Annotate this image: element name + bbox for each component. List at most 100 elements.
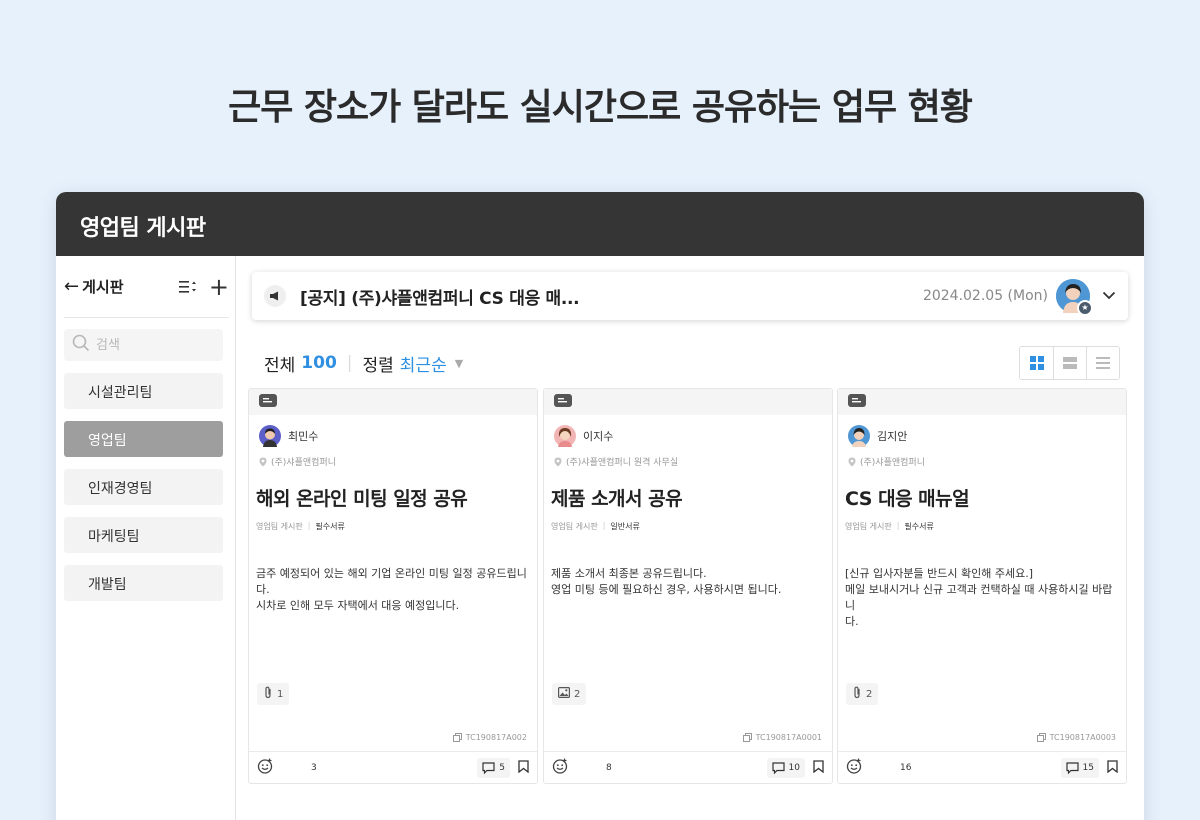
total-count: 100	[301, 353, 337, 373]
image-icon	[558, 687, 574, 701]
post-author: 최민수	[259, 425, 537, 447]
post-body-line: 제품 소개서 최종본 공유드립니다.	[551, 567, 707, 580]
bookmark-icon[interactable]	[518, 758, 529, 777]
sidebar-item-team[interactable]: 인재경영팀	[64, 469, 223, 505]
post-card[interactable]: 김지안 (주)샤플앤컴퍼니 CS 대응 매뉴얼영업팀 게시판 | 필수서류 [신규 입사자…	[837, 388, 1127, 784]
search-input[interactable]	[96, 337, 206, 353]
post-card[interactable]: 최민수 (주)샤플앤컴퍼니해외 온라인 미팅 일정 공유영업팀 게시판 | 필수서류금…	[248, 388, 538, 784]
post-code-text: TC190817A0001	[755, 733, 822, 742]
post-tags: 영업팀 게시판 | 필수서류	[845, 521, 1126, 532]
location-pin-icon	[848, 457, 856, 466]
post-title[interactable]: CS 대응 매뉴얼	[845, 484, 1126, 511]
emoji-reaction-icon[interactable]	[846, 758, 862, 778]
comment-button[interactable]: 15	[1060, 757, 1099, 778]
post-location: (주)샤플앤컴퍼니 원격 사무실	[554, 455, 832, 468]
sidebar-item-team[interactable]: 시설관리팀	[64, 373, 223, 409]
sidebar-item-team[interactable]: 마케팅팀	[64, 517, 223, 553]
sort-select[interactable]: 최근순	[400, 351, 447, 376]
post-tags: 영업팀 게시판 | 필수서류	[256, 521, 537, 532]
back-arrow-icon[interactable]: ←	[64, 276, 79, 297]
card-footer: 8 10	[544, 751, 832, 783]
main-area: [공지] (주)샤플앤컴퍼니 CS 대응 매... 2024.02.05 (Mo…	[237, 256, 1144, 820]
category-tag: 필수서류	[315, 522, 345, 531]
avatar	[259, 425, 281, 447]
post-code: TC190817A0003	[1036, 733, 1116, 742]
emoji-reaction-icon[interactable]	[552, 758, 568, 778]
sidebar-title[interactable]: 게시판	[82, 276, 169, 297]
post-card[interactable]: 이지수 (주)샤플앤컴퍼니 원격 사무실제품 소개서 공유영업팀 게시판 | 일반서류…	[543, 388, 833, 784]
post-author: 이지수	[554, 425, 832, 447]
comment-count: 5	[499, 762, 505, 773]
post-location: (주)샤플앤컴퍼니	[848, 455, 1126, 468]
comment-icon	[771, 761, 785, 774]
emoji-reaction-icon[interactable]	[257, 758, 273, 778]
attachment-count: 2	[574, 688, 581, 700]
post-body: 제품 소개서 최종본 공유드립니다. 영업 미팅 등에 필요하신 경우, 사용하시…	[551, 566, 824, 598]
total-label: 전체	[264, 355, 296, 376]
chevron-down-icon[interactable]	[1102, 288, 1116, 304]
bookmark-icon[interactable]	[813, 758, 824, 777]
grid-view-icon[interactable]	[1020, 347, 1053, 379]
sidebar-header: ← 게시판 +	[64, 256, 229, 318]
card-header	[544, 389, 832, 415]
board-name: 영업팀 게시판	[551, 522, 598, 531]
category-tag: 일반서류	[610, 522, 640, 531]
avatar	[554, 425, 576, 447]
reaction-count: 16	[900, 762, 912, 773]
category-tag: 필수서류	[904, 522, 934, 531]
reaction-count: 3	[311, 762, 317, 773]
notice-author-avatar: ★	[1056, 279, 1093, 316]
paperclip-icon	[263, 686, 277, 702]
sidebar-item-team[interactable]: 영업팀	[64, 421, 223, 457]
comment-button[interactable]: 5	[477, 757, 510, 778]
bookmark-icon[interactable]	[1107, 758, 1118, 777]
post-body-line: 영업 미팅 등에 필요하신 경우, 사용하시면 됩니다.	[551, 583, 782, 596]
page-headline: 근무 장소가 달라도 실시간으로 공유하는 업무 현황	[228, 87, 973, 128]
location-text: (주)샤플앤컴퍼니 원격 사무실	[566, 458, 679, 468]
attachment-badge[interactable]: 1	[257, 683, 290, 705]
notice-bar[interactable]: [공지] (주)샤플앤컴퍼니 CS 대응 매... 2024.02.05 (Mo…	[252, 272, 1128, 320]
post-body-line: 다.	[845, 615, 859, 628]
post-body-line: 금주 예정되어 있는 해외 기업 온라인 미팅 일정 공유드립니다.	[256, 567, 527, 596]
attachment-badge[interactable]: 2	[552, 683, 587, 705]
search-icon	[72, 334, 90, 356]
post-code-text: TC190817A002	[465, 733, 527, 742]
search-box[interactable]	[64, 329, 223, 361]
card-list-view-icon[interactable]	[1053, 347, 1086, 379]
copy-icon	[452, 733, 462, 742]
view-toggle	[1019, 346, 1120, 380]
author-name: 이지수	[583, 430, 614, 443]
board-name: 영업팀 게시판	[256, 522, 303, 531]
location-text: (주)샤플앤컴퍼니	[271, 458, 336, 468]
board-name: 영업팀 게시판	[845, 522, 892, 531]
caret-down-icon[interactable]: ▼	[455, 357, 463, 370]
post-title[interactable]: 해외 온라인 미팅 일정 공유	[256, 484, 537, 511]
location-text: (주)샤플앤컴퍼니	[860, 458, 925, 468]
author-name: 최민수	[288, 430, 319, 443]
avatar	[848, 425, 870, 447]
post-body-line: [신규 입사자분들 반드시 확인해 주세요.]	[845, 567, 1033, 580]
post-body: 금주 예정되어 있는 해외 기업 온라인 미팅 일정 공유드립니다. 시차로 인해…	[256, 566, 529, 614]
location-pin-icon	[259, 457, 267, 466]
attachment-badge[interactable]: 2	[846, 683, 879, 705]
comment-button[interactable]: 10	[766, 757, 805, 778]
location-pin-icon	[554, 457, 562, 466]
author-name: 김지안	[877, 430, 908, 443]
card-footer: 35	[249, 751, 537, 783]
post-body-line: 시차로 인해 모두 자택에서 대응 예정입니다.	[256, 599, 460, 612]
team-list: 시설관리팀영업팀인재경영팀마케팅팀개발팀	[56, 373, 235, 601]
post-type-icon	[259, 394, 277, 407]
list-view-icon[interactable]	[1086, 347, 1119, 379]
post-code: TC190817A0001	[742, 733, 822, 742]
post-body-line: 메일 보내시거나 신규 고객과 컨택하실 때 사용하시길 바랍니	[845, 583, 1113, 612]
add-board-icon[interactable]: +	[209, 273, 229, 301]
sort-list-icon[interactable]	[178, 280, 197, 294]
attachment-count: 1	[277, 688, 284, 700]
post-author: 김지안	[848, 425, 1126, 447]
notice-title[interactable]: [공지] (주)샤플앤컴퍼니 CS 대응 매...	[300, 284, 923, 309]
divider: |	[307, 521, 311, 530]
comment-icon	[1065, 761, 1079, 774]
sidebar-item-team[interactable]: 개발팀	[64, 565, 223, 601]
post-tags: 영업팀 게시판 | 일반서류	[551, 521, 832, 532]
post-title[interactable]: 제품 소개서 공유	[551, 484, 832, 511]
